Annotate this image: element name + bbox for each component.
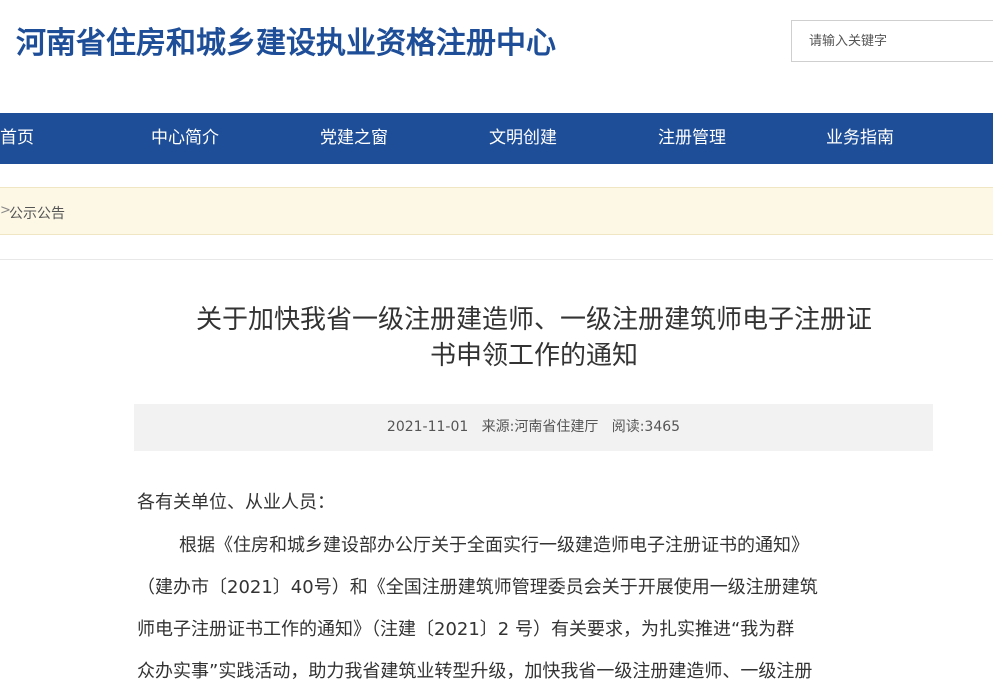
article-meta: 2021-11-01 来源:河南省住建厅 阅读:3465 — [134, 404, 933, 451]
nav-item-guide[interactable]: 业务指南 — [826, 113, 894, 164]
article-salutation: 各有关单位、从业人员： — [137, 492, 335, 513]
article-paragraph-line: 根据《住房和城乡建设部办公厅关于全面实行一级建造师电子注册证书的通知》 — [179, 535, 809, 556]
article-title-line1: 关于加快我省一级注册建造师、一级注册建筑师电子注册证 — [195, 305, 872, 335]
article-paragraph-line: 众办实事”实践活动，助力我省建筑业转型升级，加快我省一级注册建造师、一级注册 — [137, 661, 813, 682]
article-paragraph-line: 师电子注册证书工作的通知》（注建〔2021〕2 号）有关要求，为扎实推进“我为群 — [137, 619, 795, 640]
article-meta-text: 2021-11-01 来源:河南省住建厅 阅读:3465 — [134, 404, 933, 451]
nav-item-about[interactable]: 中心简介 — [151, 113, 219, 164]
content-divider — [0, 259, 993, 260]
article-paragraph-line: （建办市〔2021〕40号）和《全国注册建筑师管理委员会关于开展使用一级注册建筑 — [137, 577, 818, 598]
article-reads: 阅读:3465 — [611, 419, 681, 435]
nav-item-registration[interactable]: 注册管理 — [658, 113, 726, 164]
article-source: 来源:河南省住建厅 — [481, 419, 599, 435]
nav-item-civilization[interactable]: 文明创建 — [489, 113, 557, 164]
nav-item-home[interactable]: 首页 — [0, 113, 34, 164]
main-nav: 首页 中心简介 党建之窗 文明创建 注册管理 业务指南 — [0, 113, 993, 164]
article-title-line2: 书申领工作的通知 — [429, 341, 638, 371]
nav-item-party[interactable]: 党建之窗 — [320, 113, 388, 164]
site-title[interactable]: 河南省住房和城乡建设执业资格注册中心 — [16, 18, 556, 62]
article-title: 关于加快我省一级注册建造师、一级注册建筑师电子注册证 书申领工作的通知 — [134, 302, 934, 374]
breadcrumb-link-notices[interactable]: 公示公告 — [9, 203, 65, 223]
breadcrumb: > 公示公告 — [0, 187, 993, 235]
article-date: 2021-11-01 — [386, 419, 469, 435]
search-input[interactable] — [792, 21, 993, 61]
search-box — [791, 20, 993, 62]
